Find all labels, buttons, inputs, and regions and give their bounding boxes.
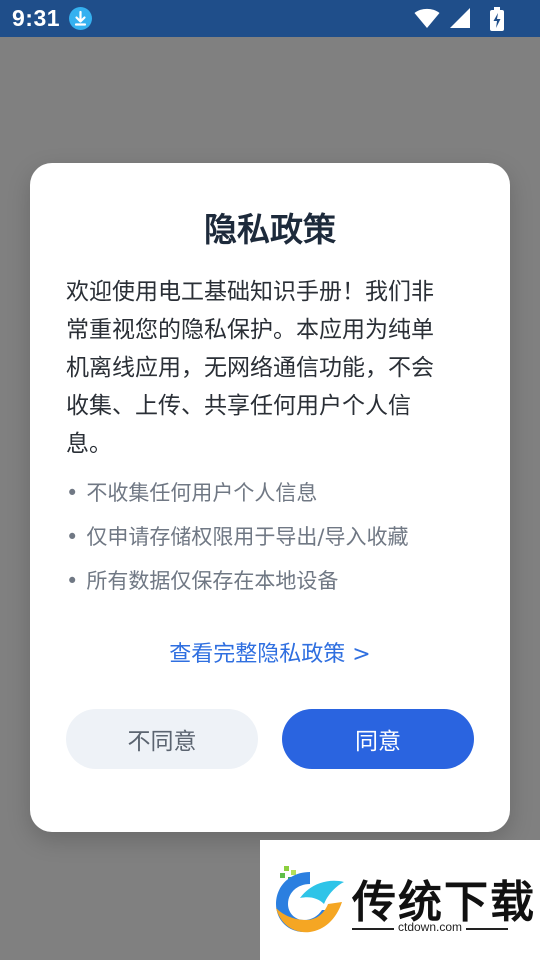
paragraph-line: 欢迎使用电工基础知识手册！我们非 <box>66 279 434 305</box>
signal-icon <box>450 8 470 28</box>
privacy-paragraph: 欢迎使用电工基础知识手册！我们非 常重视您的隐私保护。本应用为纯单 机离线应用，… <box>66 273 476 463</box>
bullet-item: • 所有数据仅保存在本地设备 <box>66 566 486 596</box>
bullet-item: • 不收集任何用户个人信息 <box>66 478 486 508</box>
status-time: 9:31 <box>12 5 61 31</box>
download-icon <box>69 7 92 30</box>
watermark-divider <box>352 928 394 930</box>
ctdown-logo-icon <box>276 866 344 933</box>
status-bar: 9:31 <box>0 0 540 37</box>
privacy-dialog: 隐私政策 欢迎使用电工基础知识手册！我们非 常重视您的隐私保护。本应用为纯单 机… <box>30 163 510 832</box>
bullet-text: 不收集任何用户个人信息 <box>86 481 318 505</box>
paragraph-line: 收集、上传、共享任何用户个人信 <box>66 393 411 419</box>
watermark-divider <box>466 928 508 930</box>
view-full-policy-link[interactable]: 查看完整隐私政策 > <box>30 636 510 668</box>
bullet-list: • 不收集任何用户个人信息 • 仅申请存储权限用于导出/导入收藏 • 所有数据仅保存在… <box>66 478 486 610</box>
paragraph-line: 常重视您的隐私保护。本应用为纯单 <box>66 317 434 343</box>
battery-charging-icon <box>490 7 504 31</box>
bullet-mark: • <box>66 481 79 505</box>
dialog-title: 隐私政策 <box>204 210 336 249</box>
paragraph-line: 息。 <box>66 431 112 457</box>
disagree-button[interactable]: 不同意 <box>66 709 258 769</box>
paragraph-line: 机离线应用，无网络通信功能，不会 <box>66 355 434 381</box>
watermark: 传统下载 ctdown.com <box>260 840 540 960</box>
wifi-icon <box>414 8 440 28</box>
agree-button[interactable]: 同意 <box>282 709 474 769</box>
bullet-item: • 仅申请存储权限用于导出/导入收藏 <box>66 522 486 552</box>
bullet-mark: • <box>66 525 79 549</box>
bullet-text: 仅申请存储权限用于导出/导入收藏 <box>86 525 409 549</box>
bullet-text: 所有数据仅保存在本地设备 <box>86 569 339 593</box>
bullet-mark: • <box>66 569 79 593</box>
watermark-domain: ctdown.com <box>398 920 463 934</box>
